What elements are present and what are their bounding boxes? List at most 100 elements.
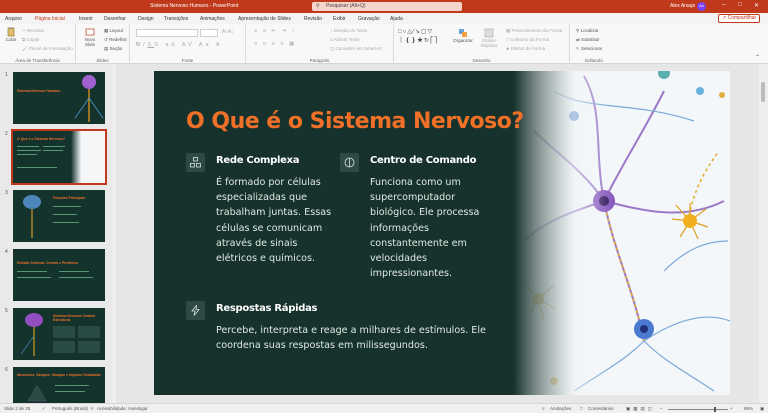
zoom-level[interactable]: 86% [744,406,753,411]
shape-fill-button[interactable]: ▩ Preenchimento da Forma [506,28,562,34]
cut-button[interactable]: ✂ Recortar [22,28,44,34]
text-direction-button[interactable]: ↕ Direção do Texto [330,28,367,33]
shape-outline-button[interactable]: □ Contorno da Forma [506,37,549,42]
slide-thumbnail-5[interactable]: Sistema Nervoso Central: Estruturas [13,308,105,360]
user-name[interactable]: Alex Araujo [670,3,695,9]
new-slide-label: Novo Slide [84,37,96,47]
feature-body[interactable]: Funciona como um supercomputador biológi… [370,175,479,281]
feature-heading[interactable]: Respostas Rápidas [216,303,317,314]
tab-gravacao[interactable]: Gravação [358,16,380,22]
tab-desenhar[interactable]: Desenhar [104,16,126,22]
fit-to-window-icon[interactable]: ▣ [760,406,764,412]
clipboard-group-label: Área de Transferência [15,58,60,63]
ribbon-tabs: Arquivo Página Inicial Inserir Desenhar … [0,13,768,25]
zoom-in-icon[interactable]: + [730,406,733,411]
drawing-group-label: Desenho [472,58,491,63]
feature-line: Funciona como um [370,177,461,188]
comments-button[interactable]: Comentários [588,406,614,411]
spellcheck-icon[interactable]: ✓ [42,406,46,412]
feature-line: elétricos e químicos. [216,253,316,265]
slide-thumbnail-1[interactable]: Sistema Nervoso Humano [13,72,105,124]
tab-animacoes[interactable]: Animações [200,16,225,22]
shape-effects-button[interactable]: ◈ Efeitos de Forma [506,46,545,52]
slide-title[interactable]: O Que é o Sistema Nervoso? [186,109,524,134]
slide-thumbnail-4[interactable]: Divisão Sistema: Central e Periférico [13,249,105,301]
close-icon[interactable]: ✕ [754,2,759,9]
thumbnail-text-line [17,154,37,155]
slide-canvas[interactable]: O Que é o Sistema Nervoso? Rede Complexa… [154,71,730,395]
quick-styles-button[interactable]: Estilos Rápidos [476,28,502,48]
paste-button[interactable]: Colar [3,27,19,42]
window-title: Sistema Nervoso Humano - PowerPoint [150,3,239,9]
tab-transicoes[interactable]: Transições [164,16,188,22]
slide-thumbnail-6[interactable]: Neurônios, Sinapse, Sinapse e Impulso Si… [13,367,105,403]
font-format-icons[interactable]: NISS ab AV Aa A [136,42,223,48]
maximize-icon[interactable]: □ [738,2,742,8]
slide-thumbnail-3[interactable]: Funções Principais [13,190,105,242]
feature-line: especializadas que [216,192,308,204]
feature-line: É formado por células [216,177,321,188]
tab-revisao[interactable]: Revisão [304,16,322,22]
zoom-out-icon[interactable]: – [660,406,663,411]
quick-styles-label: Estilos Rápidos [480,38,498,48]
editor-scrollbar[interactable] [759,64,768,403]
feature-body[interactable]: Percebe, interpreta e reage a milhares d… [216,323,516,353]
zoom-slider-thumb[interactable] [714,407,716,412]
share-button[interactable]: ↗ Compartilhar [718,14,761,23]
view-buttons[interactable]: ▣▦▤◫ [626,406,655,412]
find-button[interactable]: ⚲ Localizar [576,28,599,34]
collapse-ribbon-icon[interactable]: ⌃ [755,54,760,61]
font-grow-icon[interactable]: A↑A↓ [222,29,234,35]
font-name-box[interactable] [136,29,198,37]
list-icons[interactable]: ≡ ≡ ⇤ ⇥ ↕ [254,28,297,34]
language-indicator[interactable]: Português (Brasil) [52,406,88,411]
minimize-icon[interactable]: – [722,2,725,8]
thumbnail-text-line [17,167,57,168]
align-icons[interactable]: ≡ ≡ ≡ ≡ ▦ [254,41,296,47]
tab-ajuda[interactable]: Ajuda [390,16,403,22]
shape-fill-label: Preenchimento da Forma [511,28,563,33]
feature-body[interactable]: É formado por células especializadas que… [216,175,331,266]
accessibility-status[interactable]: Acessibilidade: Investigar [97,406,148,411]
avatar[interactable]: AA [697,2,706,11]
arrange-button[interactable]: Organizar [452,28,474,43]
scrollbar-thumb[interactable] [761,82,765,102]
thumbnail-text-line [43,150,63,151]
thumbnail-text-line [59,277,93,278]
tab-pagina-inicial[interactable]: Página Inicial [35,16,65,25]
slide-thumbnail-2[interactable]: O Que é o Sistema Nervoso? [11,129,107,185]
brain-icon [340,153,359,172]
align-text-button[interactable]: ≡ Alinhar Texto [330,37,360,42]
drawing-group: □○△∕↘▢▽ ⎱❴❵★↻⎡⎤ Organizar Estilos Rápidos… [394,24,570,64]
thumbnail-card [78,341,100,353]
layout-button[interactable]: ▦ Layout [104,28,123,34]
tab-exibir[interactable]: Exibir [333,16,346,22]
shapes-gallery[interactable]: □○△∕↘▢▽ ⎱❴❵★↻⎡⎤ [398,28,438,44]
feature-line: Percebe, interpreta e reage a milhares d… [216,325,486,336]
new-slide-button[interactable]: Novo Slide [82,27,98,47]
replace-button[interactable]: ⇄ Substituir [576,37,600,43]
section-button[interactable]: ▤ Seção [104,46,122,52]
new-slide-icon [85,28,95,36]
reset-button[interactable]: ↺ Redefinir [104,37,127,43]
copy-button[interactable]: ⧉ Copiar [22,37,40,42]
thumbnail-number: 4 [5,249,8,255]
thumbnail-title: Sistema Nervoso Humano [17,89,61,93]
feature-heading[interactable]: Centro de Comando [370,155,476,166]
notes-button[interactable]: Anotações [550,406,571,411]
smartart-button[interactable]: ◫ Converter em SmartArt [330,46,382,52]
feature-heading[interactable]: Rede Complexa [216,155,300,166]
font-size-box[interactable] [200,29,218,37]
tab-apresentacao[interactable]: Apresentação de Slides [238,16,291,22]
thumbnail-text-line [53,214,77,215]
tab-inserir[interactable]: Inserir [79,16,93,22]
tab-design[interactable]: Design [138,16,154,22]
format-painter-button[interactable]: 🖌 Pincel de Formatação [22,46,73,52]
title-bar: Sistema Nervoso Humano - PowerPoint ⚲ Pe… [0,0,768,13]
thumbnail-title: O Que é o Sistema Nervoso? [17,137,66,141]
search-box[interactable]: ⚲ Pesquisar (Alt+Q) [312,2,462,11]
tab-arquivo[interactable]: Arquivo [5,16,22,22]
layout-label: Layout [109,28,124,33]
select-button[interactable]: ↖ Selecionar [576,46,602,52]
zoom-slider[interactable] [668,409,728,410]
